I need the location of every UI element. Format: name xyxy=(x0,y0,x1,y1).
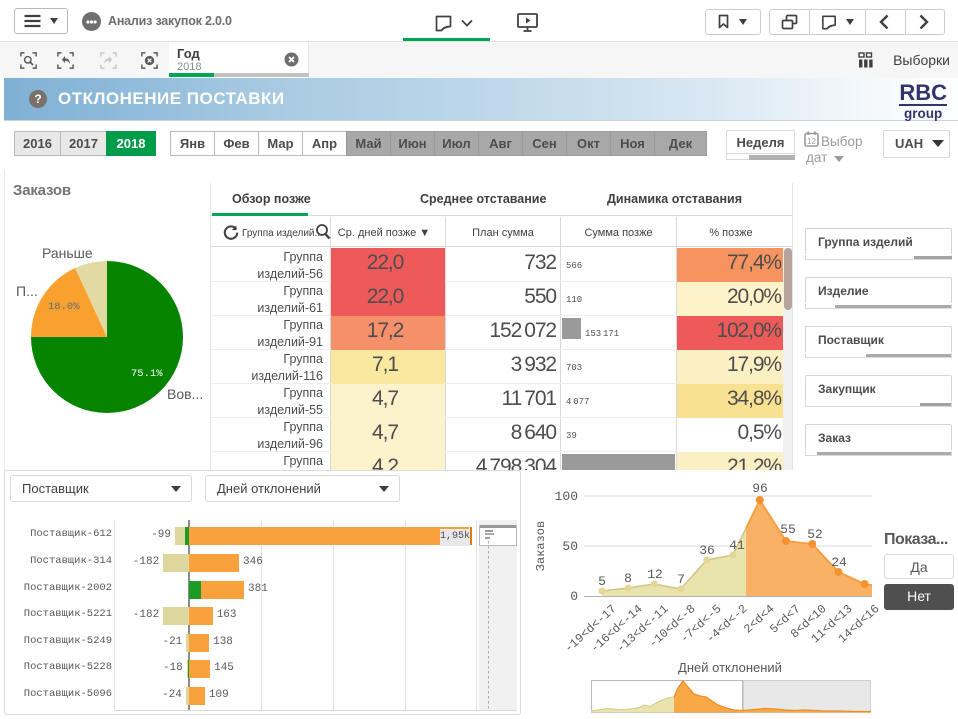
svg-text:7: 7 xyxy=(677,572,685,587)
svg-text:24: 24 xyxy=(831,555,847,570)
svg-text:8: 8 xyxy=(624,571,632,586)
svg-text:52: 52 xyxy=(807,527,823,542)
svg-text:55: 55 xyxy=(780,522,796,537)
svg-text:12: 12 xyxy=(807,137,816,146)
svg-text:96: 96 xyxy=(752,481,768,496)
svg-text:41: 41 xyxy=(729,538,745,553)
svg-text:12: 12 xyxy=(647,567,663,582)
svg-text:5: 5 xyxy=(598,574,606,589)
svg-text:36: 36 xyxy=(699,543,715,558)
